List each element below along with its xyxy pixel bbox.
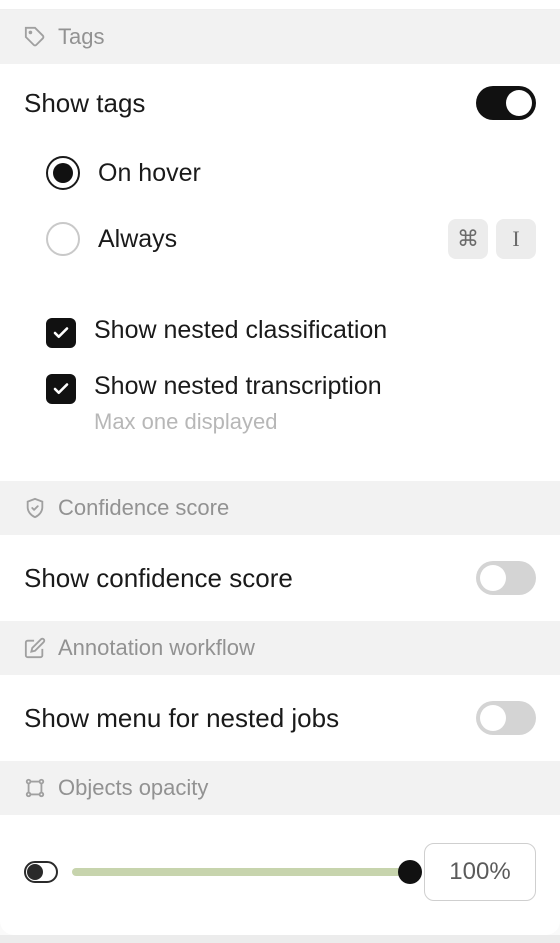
tag-icon [24,26,46,48]
section-header-tags: Tags [0,10,560,64]
shortcut-modifier-key: ⌘ [448,219,488,259]
radio-always[interactable] [46,222,80,256]
check-icon [52,324,70,342]
section-header-opacity: Objects opacity [0,761,560,815]
shortcut-letter-key: I [496,219,536,259]
nested-classification-checkbox[interactable] [46,318,76,348]
section-header-workflow: Annotation workflow [0,621,560,675]
radio-always-label: Always [98,225,177,254]
nested-classification-label: Show nested classification [94,316,387,345]
show-confidence-toggle[interactable] [476,561,536,595]
radio-always-row: Always ⌘ I [0,206,560,272]
show-menu-nested-row: Show menu for nested jobs [0,675,560,761]
show-tags-row: Show tags [0,64,560,130]
bottom-bar [0,935,560,943]
edit-icon [24,637,46,659]
shield-check-icon [24,497,46,519]
opacity-slider[interactable] [72,868,410,876]
radio-on-hover-label: On hover [98,159,201,188]
nested-transcription-subtext: Max one displayed [94,409,382,435]
radio-on-hover-row: On hover [0,140,560,206]
opacity-percent-box[interactable]: 100% [424,843,536,901]
opacity-shade-toggle[interactable] [24,861,58,883]
section-header-tags-label: Tags [58,24,104,50]
show-tags-label: Show tags [24,88,145,119]
nested-transcription-checkbox[interactable] [46,374,76,404]
show-confidence-row: Show confidence score [0,535,560,621]
top-spacer [0,0,560,10]
bounding-box-icon [24,777,46,799]
shortcut-group: ⌘ I [448,219,536,259]
opacity-slider-thumb[interactable] [398,860,422,884]
check-icon [52,380,70,398]
opacity-row: 100% [0,815,560,935]
section-header-opacity-label: Objects opacity [58,775,208,801]
radio-on-hover[interactable] [46,156,80,190]
show-menu-nested-label: Show menu for nested jobs [24,703,476,734]
section-header-workflow-label: Annotation workflow [58,635,255,661]
section-header-confidence: Confidence score [0,481,560,535]
show-confidence-label: Show confidence score [24,563,476,594]
show-menu-nested-toggle[interactable] [476,701,536,735]
section-header-confidence-label: Confidence score [58,495,229,521]
nested-transcription-row: Show nested transcription Max one displa… [0,348,560,459]
show-tags-toggle[interactable] [476,86,536,120]
nested-transcription-label: Show nested transcription [94,372,382,401]
nested-classification-row: Show nested classification [0,300,560,348]
